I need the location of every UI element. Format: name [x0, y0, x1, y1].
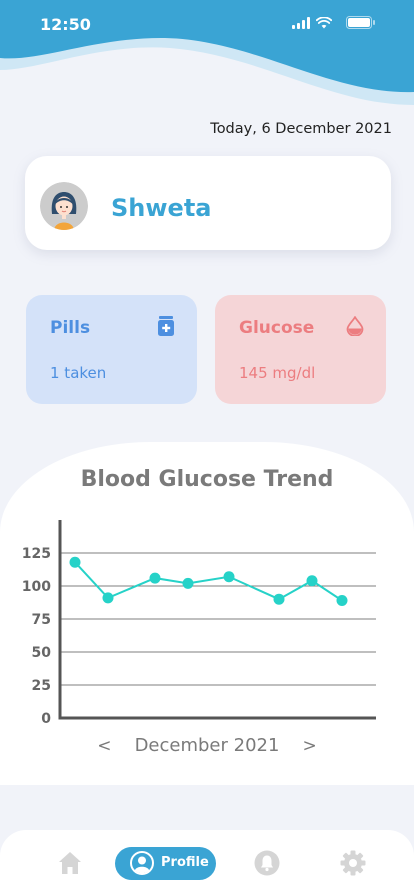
- status-icons: [292, 16, 376, 29]
- series-line: [74, 561, 343, 602]
- data-point: [149, 572, 161, 584]
- glucose-title: Glucose: [239, 318, 315, 338]
- y-tick-label: 125: [22, 546, 51, 562]
- bottom-navigation: Profile: [0, 830, 414, 896]
- data-point: [102, 592, 114, 604]
- today-date: Today, 6 December 2021: [210, 121, 392, 137]
- blood-drop-icon: [346, 316, 364, 336]
- profile-icon: [130, 851, 154, 875]
- month-navigation: < December 2021 >: [0, 735, 414, 759]
- glucose-trend-chart: 0 25 50 75 100 125: [22, 520, 376, 727]
- status-bar: 12:50: [0, 0, 414, 48]
- medicine-bottle-icon: [158, 316, 174, 336]
- pills-value: 1 taken: [50, 364, 107, 382]
- data-point: [273, 593, 285, 605]
- month-label: December 2021: [134, 735, 280, 756]
- app-screen: 12:50 Today, 6 December 2021 Shweta Pill…: [0, 0, 414, 896]
- data-point: [223, 571, 235, 583]
- user-avatar-icon: [40, 182, 88, 230]
- pills-title: Pills: [50, 318, 91, 338]
- y-tick-label: 75: [32, 612, 51, 628]
- home-icon[interactable]: [57, 850, 83, 876]
- y-tick-label: 50: [32, 645, 52, 661]
- wifi-icon: [316, 16, 332, 28]
- data-point: [69, 556, 81, 568]
- y-tick-label: 25: [32, 678, 51, 694]
- battery-icon: [346, 16, 375, 29]
- pills-card[interactable]: Pills 1 taken: [26, 295, 197, 404]
- glucose-value: 145 mg/dl: [239, 364, 316, 382]
- bell-icon[interactable]: [254, 850, 280, 876]
- gear-icon[interactable]: [340, 850, 366, 876]
- data-point: [336, 595, 348, 607]
- signal-icon: [292, 16, 310, 29]
- y-tick-label: 100: [22, 579, 51, 595]
- data-point: [306, 575, 318, 587]
- glucose-card[interactable]: Glucose 145 mg/dl: [215, 295, 386, 404]
- data-point: [182, 577, 194, 589]
- profile-card[interactable]: Shweta: [25, 156, 391, 250]
- profile-name: Shweta: [111, 194, 212, 222]
- nav-profile-button[interactable]: Profile: [115, 847, 216, 880]
- previous-month-button[interactable]: <: [87, 736, 121, 756]
- y-tick-label: 0: [41, 711, 51, 727]
- chart-title: Blood Glucose Trend: [80, 467, 334, 492]
- status-time: 12:50: [40, 15, 91, 34]
- next-month-button[interactable]: >: [293, 736, 327, 756]
- nav-profile-label: Profile: [161, 855, 209, 870]
